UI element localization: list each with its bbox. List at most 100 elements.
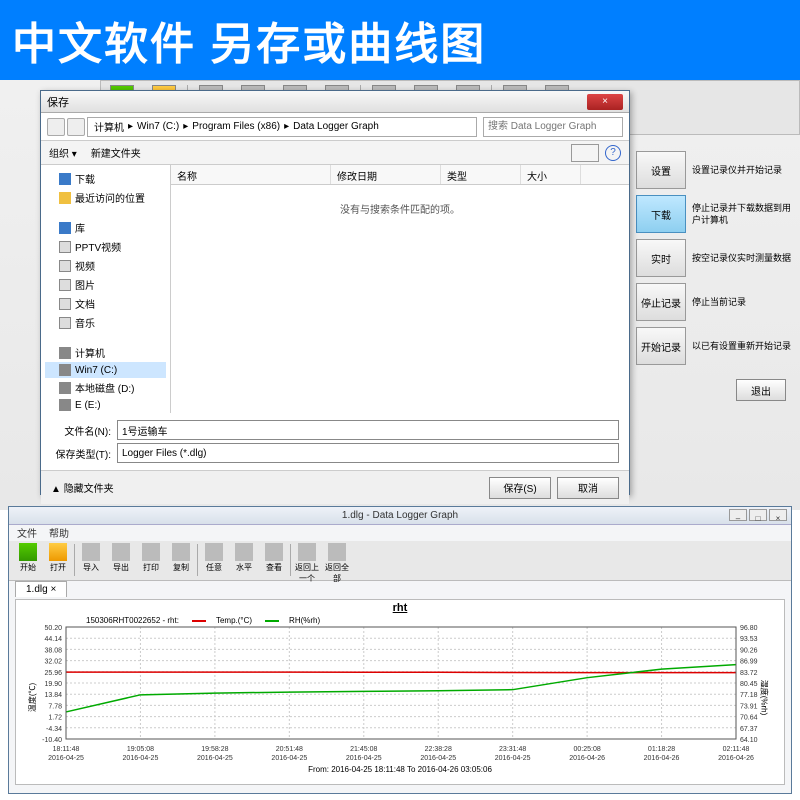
toolbar-返回上一个[interactable]: 返回上一个 bbox=[292, 542, 322, 578]
toolbar-导入[interactable]: 导入 bbox=[76, 542, 106, 578]
crumb[interactable]: Win7 (C:) bbox=[137, 121, 179, 132]
svg-text:73.91: 73.91 bbox=[740, 703, 758, 710]
search-input[interactable] bbox=[483, 117, 623, 137]
svg-text:19:05:08: 19:05:08 bbox=[127, 746, 154, 753]
filename-label: 文件名(N): bbox=[51, 423, 111, 438]
crumb[interactable]: Program Files (x86) bbox=[192, 121, 280, 132]
menu-帮助[interactable]: 帮助 bbox=[49, 529, 69, 540]
toolbar-查看[interactable]: 查看 bbox=[259, 542, 289, 578]
help-icon[interactable]: ? bbox=[605, 145, 621, 161]
dialog-title: 保存 bbox=[47, 94, 587, 110]
close-icon[interactable]: × bbox=[769, 509, 787, 521]
minimize-icon[interactable]: – bbox=[729, 509, 747, 521]
svg-text:2016-04-26: 2016-04-26 bbox=[644, 755, 680, 762]
col-header[interactable]: 修改日期 bbox=[331, 165, 441, 184]
svg-text:2016-04-26: 2016-04-26 bbox=[569, 755, 605, 762]
tree-node[interactable]: 图片 bbox=[45, 275, 166, 294]
toolbar-打印[interactable]: 打印 bbox=[136, 542, 166, 578]
rp-desc: 以已有设置重新开始记录 bbox=[692, 340, 794, 352]
empty-message: 没有与搜索条件匹配的项。 bbox=[171, 201, 629, 216]
svg-text:25.96: 25.96 bbox=[44, 670, 62, 677]
toolbar-打开[interactable]: 打开 bbox=[43, 542, 73, 578]
svg-text:20:51:48: 20:51:48 bbox=[276, 746, 303, 753]
svg-text:19:58:28: 19:58:28 bbox=[201, 746, 228, 753]
close-icon[interactable]: × bbox=[587, 94, 623, 110]
tree-node[interactable]: 音乐 bbox=[45, 313, 166, 332]
svg-text:2016-04-26: 2016-04-26 bbox=[718, 755, 754, 762]
crumb[interactable]: 计算机 bbox=[94, 119, 124, 134]
rp-btn-停止记录[interactable]: 停止记录 bbox=[636, 283, 686, 321]
tree-node[interactable]: 最近访问的位置 bbox=[45, 188, 166, 207]
legend-item: RH(%rh) bbox=[289, 616, 320, 625]
y-axis-left-label: 温度(℃) bbox=[27, 683, 38, 712]
rp-btn-下载[interactable]: 下载 bbox=[636, 195, 686, 233]
chart-area: rht 150306RHT0022652 - rht:Temp.(°C)RH(%… bbox=[15, 599, 785, 785]
col-header[interactable]: 类型 bbox=[441, 165, 521, 184]
svg-text:02:11:48: 02:11:48 bbox=[723, 746, 750, 753]
svg-text:90.26: 90.26 bbox=[740, 647, 758, 654]
rp-btn-设置[interactable]: 设置 bbox=[636, 151, 686, 189]
toolbar-导出[interactable]: 导出 bbox=[106, 542, 136, 578]
col-header[interactable]: 大小 bbox=[521, 165, 581, 184]
menu-文件[interactable]: 文件 bbox=[17, 529, 37, 540]
toolbar-开始[interactable]: 开始 bbox=[13, 542, 43, 578]
tree-node[interactable]: 下载 bbox=[45, 169, 166, 188]
hide-folders-link[interactable]: ▲ 隐藏文件夹 bbox=[51, 480, 483, 495]
chart-app-window: 1.dlg - Data Logger Graph –□× 文件 帮助 开始打开导… bbox=[8, 506, 792, 794]
crumb[interactable]: Data Logger Graph bbox=[293, 121, 379, 132]
promo-banner: 中文软件 另存或曲线图 bbox=[0, 0, 800, 80]
chart-legend: 150306RHT0022652 - rht:Temp.(°C)RH(%rh) bbox=[16, 616, 784, 625]
toolbar-复制[interactable]: 复制 bbox=[166, 542, 196, 578]
col-header[interactable]: 名称 bbox=[171, 165, 331, 184]
legend-item: Temp.(°C) bbox=[216, 616, 252, 625]
tree-node[interactable]: PPTV视频 bbox=[45, 237, 166, 256]
svg-text:19.90: 19.90 bbox=[44, 681, 62, 688]
exit-button[interactable]: 退出 bbox=[736, 379, 786, 401]
svg-text:-4.34: -4.34 bbox=[46, 726, 62, 733]
address-bar-row: 计算机▸Win7 (C:)▸Program Files (x86)▸Data L… bbox=[41, 113, 629, 141]
filename-input[interactable] bbox=[117, 420, 619, 440]
tree-node[interactable]: 计算机 bbox=[45, 343, 166, 362]
new-folder-button[interactable]: 新建文件夹 bbox=[91, 145, 141, 160]
rp-desc: 停止当前记录 bbox=[692, 296, 794, 308]
toolbar-水平[interactable]: 水平 bbox=[229, 542, 259, 578]
breadcrumb[interactable]: 计算机▸Win7 (C:)▸Program Files (x86)▸Data L… bbox=[87, 117, 477, 137]
toolbar-任意[interactable]: 任意 bbox=[199, 542, 229, 578]
maximize-icon[interactable]: □ bbox=[749, 509, 767, 521]
y-axis-right-label: 湿度(%rh) bbox=[759, 680, 770, 716]
tab-file[interactable]: 1.dlg × bbox=[15, 581, 67, 597]
right-action-panel: 设置设置记录仪并开始记录下载停止记录并下载数据到用户计算机实时按空记录仪实时测量… bbox=[630, 135, 800, 411]
back-icon[interactable] bbox=[47, 118, 65, 136]
filetype-select[interactable] bbox=[117, 443, 619, 463]
svg-text:70.64: 70.64 bbox=[740, 715, 758, 722]
save-button[interactable]: 保存(S) bbox=[489, 477, 551, 499]
svg-text:38.08: 38.08 bbox=[44, 647, 62, 654]
tree-node[interactable]: 库 bbox=[45, 218, 166, 237]
toolbar-返回全部[interactable]: 返回全部 bbox=[322, 542, 352, 578]
forward-icon[interactable] bbox=[67, 118, 85, 136]
filetype-label: 保存类型(T): bbox=[51, 446, 111, 461]
svg-text:80.45: 80.45 bbox=[740, 681, 758, 688]
svg-text:2016-04-25: 2016-04-25 bbox=[346, 755, 382, 762]
tree-node[interactable]: E (E:) bbox=[45, 397, 166, 413]
svg-text:44.14: 44.14 bbox=[44, 636, 62, 643]
svg-text:77.18: 77.18 bbox=[740, 692, 758, 699]
svg-text:32.02: 32.02 bbox=[44, 659, 62, 666]
svg-text:67.37: 67.37 bbox=[740, 726, 758, 733]
svg-text:83.72: 83.72 bbox=[740, 670, 758, 677]
tree-node[interactable]: 视频 bbox=[45, 256, 166, 275]
window-titlebar: 1.dlg - Data Logger Graph –□× bbox=[9, 507, 791, 525]
view-mode-button[interactable] bbox=[571, 144, 599, 162]
file-list: 名称修改日期类型大小 没有与搜索条件匹配的项。 bbox=[171, 165, 629, 413]
cancel-button[interactable]: 取消 bbox=[557, 477, 619, 499]
organize-menu[interactable]: 组织 ▾ bbox=[49, 145, 77, 160]
tree-node[interactable]: 文档 bbox=[45, 294, 166, 313]
chart-footer: From: 2016-04-25 18:11:48 To 2016-04-26 … bbox=[16, 765, 784, 774]
tree-node[interactable]: Win7 (C:) bbox=[45, 362, 166, 378]
rp-btn-开始记录[interactable]: 开始记录 bbox=[636, 327, 686, 365]
svg-text:21:45:08: 21:45:08 bbox=[350, 746, 377, 753]
svg-text:23:31:48: 23:31:48 bbox=[499, 746, 526, 753]
rp-desc: 停止记录并下载数据到用户计算机 bbox=[692, 202, 794, 226]
rp-btn-实时[interactable]: 实时 bbox=[636, 239, 686, 277]
tree-node[interactable]: 本地磁盘 (D:) bbox=[45, 378, 166, 397]
